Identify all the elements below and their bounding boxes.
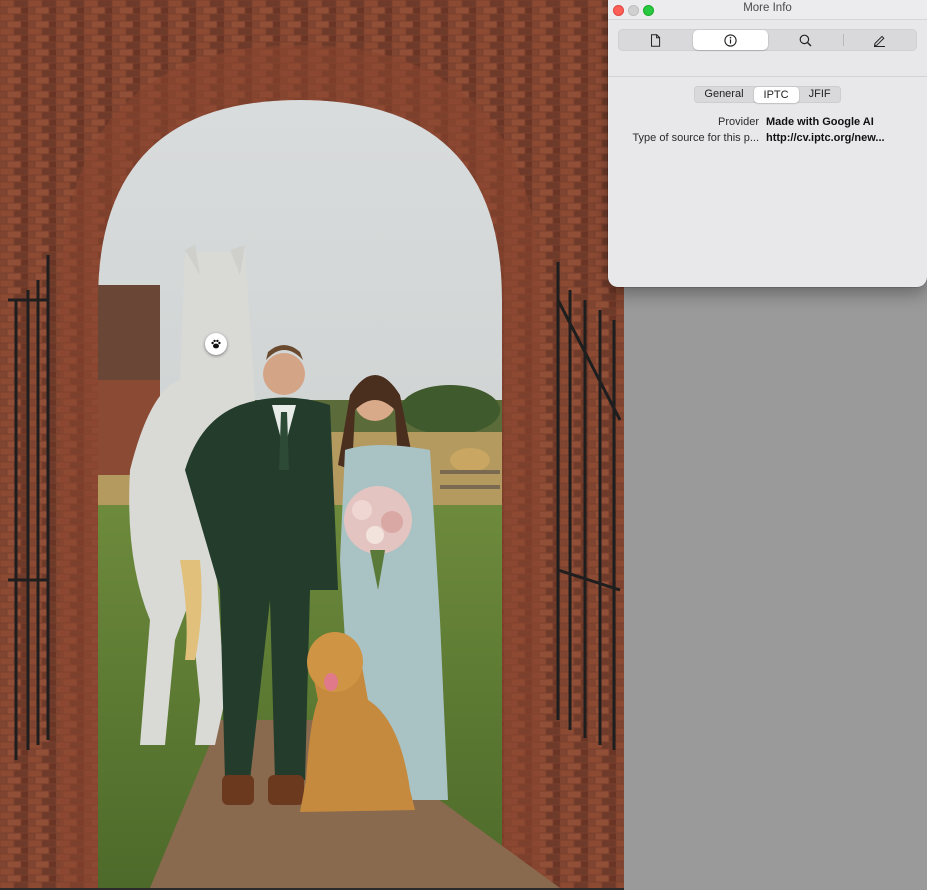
metadata-tab-row: General IPTC JFIF <box>608 77 927 103</box>
metadata-tabs: General IPTC JFIF <box>694 86 841 103</box>
pencil-icon <box>874 35 886 47</box>
inspector-tab-control <box>618 29 917 51</box>
tab-jfif[interactable]: JFIF <box>799 86 841 103</box>
tab-general[interactable]: General <box>694 86 753 103</box>
window-title: More Info <box>743 2 792 14</box>
tab-search[interactable] <box>769 29 843 51</box>
iptc-metadata-list: Provider Made with Google AI Type of sou… <box>608 103 927 146</box>
more-info-window: More Info General IPTC JFIF Provider Mad… <box>608 0 927 287</box>
trees <box>400 385 500 435</box>
backdrop <box>624 287 927 890</box>
tab-iptc[interactable]: IPTC <box>753 86 799 103</box>
inspector-toolbar <box>608 20 927 76</box>
metadata-key: Provider <box>718 116 759 128</box>
tab-annotate[interactable] <box>842 29 917 51</box>
magnifier-icon <box>799 34 812 46</box>
photo-canvas <box>0 0 624 888</box>
document-icon <box>650 33 660 47</box>
metadata-row: Provider Made with Google AI <box>608 114 927 130</box>
metadata-row: Type of source for this p... http://cv.i… <box>608 130 927 146</box>
metadata-value: http://cv.iptc.org/new... <box>766 132 885 144</box>
title-bar[interactable]: More Info <box>608 0 927 20</box>
tab-more-info[interactable] <box>693 30 768 50</box>
metadata-value: Made with Google AI <box>766 116 874 128</box>
tab-general-info[interactable] <box>618 29 692 51</box>
paw-icon[interactable] <box>205 333 227 355</box>
wedding-photo <box>0 0 624 888</box>
metadata-key: Type of source for this p... <box>632 132 759 144</box>
hay-bale <box>450 448 490 472</box>
info-icon <box>724 33 737 47</box>
